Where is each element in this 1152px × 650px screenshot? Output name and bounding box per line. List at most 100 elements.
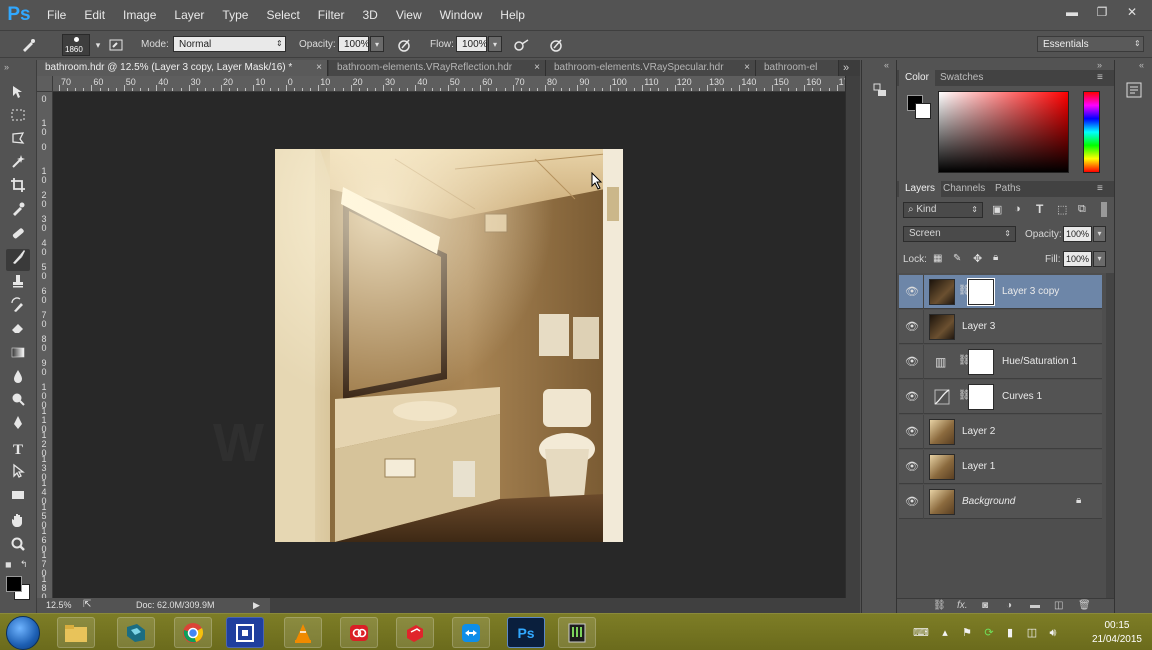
quick-selection-tool-icon[interactable] bbox=[6, 154, 30, 176]
brush-size-picker[interactable]: 1860 bbox=[62, 34, 90, 56]
layers-panel-menu-icon[interactable]: ≡ bbox=[1097, 183, 1103, 194]
opacity-input[interactable]: 100% bbox=[338, 36, 370, 52]
menu-filter[interactable]: Filter bbox=[309, 0, 354, 30]
history-panel-icon[interactable] bbox=[872, 82, 888, 101]
layer-mask-thumbnail[interactable] bbox=[968, 384, 994, 410]
layer-row[interactable]: 👁︎ Background 🔒︎ bbox=[899, 485, 1102, 519]
workspace-select[interactable]: Essentials bbox=[1037, 36, 1144, 52]
brush-tool-preset-icon[interactable] bbox=[20, 37, 36, 53]
start-button[interactable] bbox=[6, 616, 40, 650]
layer-mask-thumbnail[interactable] bbox=[967, 278, 995, 306]
document-tab-bathroom[interactable]: bathroom.hdr @ 12.5% (Layer 3 copy, Laye… bbox=[37, 60, 328, 76]
layer-row[interactable]: 👁︎ ⛓︎ Curves 1 bbox=[899, 380, 1102, 414]
menu-layer[interactable]: Layer bbox=[165, 0, 213, 30]
fx-icon[interactable]: fx. bbox=[957, 600, 968, 611]
pen-tool-icon[interactable] bbox=[6, 415, 30, 437]
flow-input[interactable]: 100% bbox=[456, 36, 488, 52]
tab-paths[interactable]: Paths bbox=[989, 181, 1027, 197]
tray-network-icon[interactable]: ◫ bbox=[1025, 626, 1039, 640]
new-layer-icon[interactable]: ◫ bbox=[1054, 600, 1063, 611]
menu-type[interactable]: Type bbox=[213, 0, 257, 30]
gradient-tool-icon[interactable] bbox=[6, 344, 30, 366]
menu-file[interactable]: File bbox=[38, 0, 75, 30]
tab-layers[interactable]: Layers bbox=[899, 181, 942, 197]
status-menu-arrow-icon[interactable]: ▶ bbox=[253, 600, 260, 611]
taskbar-explorer-icon[interactable] bbox=[57, 617, 95, 648]
filter-pixel-icon[interactable]: ▣ bbox=[992, 203, 1002, 216]
type-tool-icon[interactable]: T bbox=[6, 439, 30, 461]
lock-transparency-icon[interactable]: ▦ bbox=[933, 253, 942, 264]
lasso-tool-icon[interactable] bbox=[6, 130, 30, 152]
airbrush-icon[interactable] bbox=[512, 37, 529, 53]
layer-mask-thumbnail[interactable] bbox=[968, 349, 994, 375]
pressure-opacity-icon[interactable] bbox=[396, 37, 412, 53]
visibility-eye-icon[interactable]: 👁︎ bbox=[905, 495, 919, 509]
hue-slider[interactable] bbox=[1083, 91, 1100, 173]
vertical-scrollbar[interactable] bbox=[845, 76, 860, 598]
visibility-eye-icon[interactable]: 👁︎ bbox=[905, 460, 919, 474]
document-tab-vrayspecular[interactable]: bathroom-elements.VRaySpecular.hdr × bbox=[546, 60, 756, 76]
crop-tool-icon[interactable] bbox=[6, 177, 30, 199]
taskbar-creative-cloud-icon[interactable] bbox=[340, 617, 378, 648]
tab-swatches[interactable]: Swatches bbox=[934, 70, 989, 86]
taskbar-teamviewer-icon[interactable] bbox=[452, 617, 490, 648]
vertical-ruler[interactable]: 0 10 0 10 20 30 40 50 60 70 80 90 100 110 120 130 140 150… bbox=[37, 92, 53, 598]
menu-edit[interactable]: Edit bbox=[75, 0, 114, 30]
lock-all-icon[interactable]: 🔒︎ bbox=[993, 252, 998, 263]
zoom-level[interactable]: 12.5% bbox=[46, 600, 72, 610]
canvas-area[interactable]: WWW bbox=[53, 92, 845, 598]
brush-panel-toggle-icon[interactable] bbox=[108, 37, 124, 53]
blend-mode-select[interactable]: Screen ⇕ bbox=[903, 226, 1016, 242]
taskbar-renderer-icon[interactable] bbox=[558, 617, 596, 648]
layer-opacity-input[interactable]: 100% bbox=[1063, 226, 1092, 242]
visibility-eye-icon[interactable]: 👁︎ bbox=[905, 320, 919, 334]
horizontal-scrollbar[interactable] bbox=[270, 598, 860, 613]
default-colors-icon[interactable]: ◼ bbox=[5, 560, 12, 569]
taskbar-3ds-max-icon[interactable] bbox=[117, 617, 155, 648]
tray-flag-icon[interactable]: ⚑ bbox=[960, 626, 974, 640]
swap-colors-icon[interactable]: ↰ bbox=[20, 559, 28, 570]
tray-keyboard-icon[interactable]: ⌨ bbox=[913, 626, 929, 640]
restore-button[interactable]: ❐ bbox=[1088, 3, 1116, 21]
filter-shape-icon[interactable]: ⬚ bbox=[1057, 203, 1067, 216]
zoom-tool-icon[interactable] bbox=[6, 536, 30, 558]
eraser-tool-icon[interactable] bbox=[6, 320, 30, 342]
tray-volume-icon[interactable]: 🔊︎ bbox=[1046, 626, 1060, 640]
tray-device-icon[interactable]: ▮ bbox=[1003, 626, 1017, 640]
document-tab-bathroom-el[interactable]: bathroom-el bbox=[756, 60, 839, 76]
document-canvas[interactable] bbox=[275, 149, 623, 542]
visibility-eye-icon[interactable]: 👁︎ bbox=[905, 285, 919, 299]
trash-icon[interactable]: 🗑︎ bbox=[1078, 600, 1091, 611]
horizontal-ruler[interactable]: 70 60 50 40 30 20 10 0 10 20 30 40 50 60 70 80 90 100 110 1… bbox=[53, 76, 845, 92]
flow-dropdown-icon[interactable]: ▾ bbox=[488, 36, 502, 52]
tab-close-icon[interactable]: × bbox=[744, 60, 750, 76]
collapse-panels-icon[interactable]: » bbox=[1097, 60, 1102, 70]
minimize-button[interactable]: ▬ bbox=[1058, 3, 1086, 21]
taskbar-chrome-icon[interactable] bbox=[174, 617, 212, 648]
healing-brush-tool-icon[interactable] bbox=[6, 225, 30, 247]
taskbar-vlc-icon[interactable] bbox=[284, 617, 322, 648]
foreground-color-swatch[interactable] bbox=[6, 576, 22, 592]
document-tab-vrayreflection[interactable]: bathroom-elements.VRayReflection.hdr × bbox=[329, 60, 546, 76]
menu-help[interactable]: Help bbox=[491, 0, 534, 30]
tray-sync-icon[interactable]: ⟳ bbox=[982, 626, 996, 640]
lock-position-icon[interactable]: ✥ bbox=[973, 252, 982, 265]
color-bg-swatch[interactable] bbox=[915, 103, 931, 119]
brush-tool-icon[interactable] bbox=[6, 249, 30, 271]
filter-adjustment-icon[interactable]: ◑ bbox=[1014, 203, 1021, 215]
path-selection-tool-icon[interactable] bbox=[6, 463, 30, 485]
layer-list-scrollbar[interactable] bbox=[1106, 273, 1114, 598]
eyedropper-tool-icon[interactable] bbox=[6, 201, 30, 223]
hand-tool-icon[interactable] bbox=[6, 512, 30, 534]
opacity-dropdown-icon[interactable]: ▾ bbox=[370, 36, 384, 52]
filter-type-icon[interactable]: T bbox=[1036, 202, 1043, 216]
menu-view[interactable]: View bbox=[387, 0, 431, 30]
tab-channels[interactable]: Channels bbox=[937, 181, 991, 197]
link-icon[interactable]: ⛓︎ bbox=[933, 600, 946, 611]
taskbar-sketchup-icon[interactable] bbox=[396, 617, 434, 648]
ruler-origin[interactable] bbox=[37, 76, 53, 92]
lock-pixels-icon[interactable]: ✎ bbox=[953, 253, 961, 264]
layer-row[interactable]: 👁︎ ▥ ⛓︎ Hue/Saturation 1 bbox=[899, 345, 1102, 379]
mask-icon[interactable]: ◙ bbox=[982, 600, 988, 611]
tray-show-hidden-icon[interactable]: ▴ bbox=[938, 626, 952, 640]
